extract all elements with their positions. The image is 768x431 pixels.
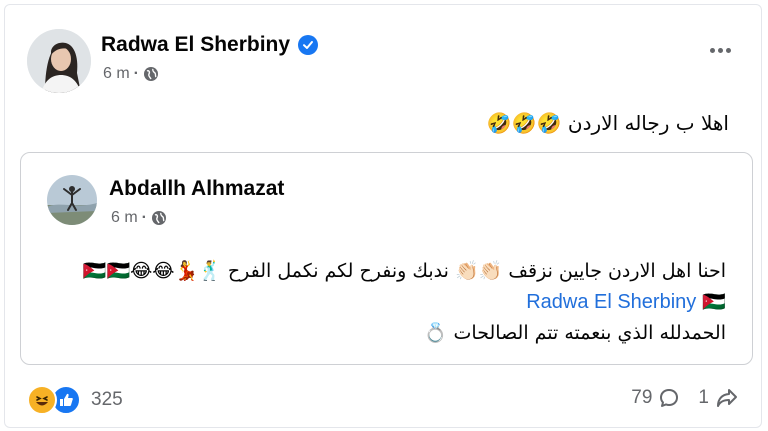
shared-post-meta: 6 m · <box>111 209 167 227</box>
dance-emoji-group: 🕺💃😂😂🇯🇴🇯🇴 <box>82 260 222 282</box>
laughing-emoji-group: 🤣🤣🤣 <box>486 111 562 135</box>
author-name[interactable]: Radwa El Sherbiny <box>101 33 290 57</box>
comment-icon <box>660 389 679 407</box>
shared-text-part-b: ندبك ونفرح لكم نكمل الفرح <box>227 260 449 282</box>
facebook-post: Radwa El Sherbiny 6 m · اهلا ب رجاله الا… <box>4 4 762 428</box>
shared-text-part-a: احنا اهل الاردن جايين نزقف <box>508 260 726 282</box>
jordan-flag-icon: 🇯🇴 <box>702 291 726 313</box>
share-icon <box>717 389 737 407</box>
post-timestamp[interactable]: 6 m <box>103 65 130 83</box>
separator-dot: · <box>141 209 147 226</box>
shared-author-name[interactable]: Abdallh Alhmazat <box>109 177 284 201</box>
separator-dot: · <box>133 65 139 82</box>
shares-count: 1 <box>698 387 709 408</box>
clapping-emoji-group: 👏🏻👏🏻 <box>454 260 503 282</box>
haha-reaction-icon <box>27 385 57 415</box>
verified-badge-icon <box>298 35 319 55</box>
shared-text-part-c: الحمدلله الذي بنعمته تتم الصالحات <box>453 322 726 344</box>
more-dot <box>718 48 723 53</box>
shared-text-line-2: Radwa El Sherbiny 🇯🇴 <box>526 290 726 314</box>
comments-stat[interactable]: 79 <box>631 387 680 409</box>
mention-link[interactable]: Radwa El Sherbiny <box>526 291 696 313</box>
shared-author-avatar[interactable] <box>47 175 97 225</box>
author-name-row: Radwa El Sherbiny <box>101 33 319 57</box>
more-dot <box>726 48 731 53</box>
globe-icon[interactable] <box>143 66 159 82</box>
engagement-stats: 79 1 <box>631 387 739 409</box>
profile-photo-icon <box>27 29 91 93</box>
more-options-icon[interactable] <box>710 48 731 53</box>
profile-photo-icon <box>47 175 97 225</box>
shared-text-line-3: الحمدلله الذي بنعمته تتم الصالحات 💍 <box>424 321 726 344</box>
globe-icon[interactable] <box>151 210 167 226</box>
reaction-count: 325 <box>91 389 123 410</box>
reactions-summary[interactable]: 325 <box>27 385 123 415</box>
shares-stat[interactable]: 1 <box>698 387 739 409</box>
shared-post-timestamp[interactable]: 6 m <box>111 209 138 227</box>
shared-post-card[interactable]: Abdallh Alhmazat 6 m · احنا اهل الاردن ج… <box>20 152 753 365</box>
post-meta: 6 m · <box>103 65 159 83</box>
author-avatar[interactable] <box>27 29 91 93</box>
comments-count: 79 <box>631 387 653 408</box>
post-text: اهلا ب رجاله الاردن 🤣🤣🤣 <box>487 111 729 135</box>
more-dot <box>710 48 715 53</box>
post-body-text: اهلا ب رجاله الاردن <box>567 111 729 135</box>
ring-icon: 💍 <box>423 322 448 344</box>
shared-text-line-1: احنا اهل الاردن جايين نزقف 👏🏻👏🏻 ندبك ونف… <box>83 259 726 282</box>
